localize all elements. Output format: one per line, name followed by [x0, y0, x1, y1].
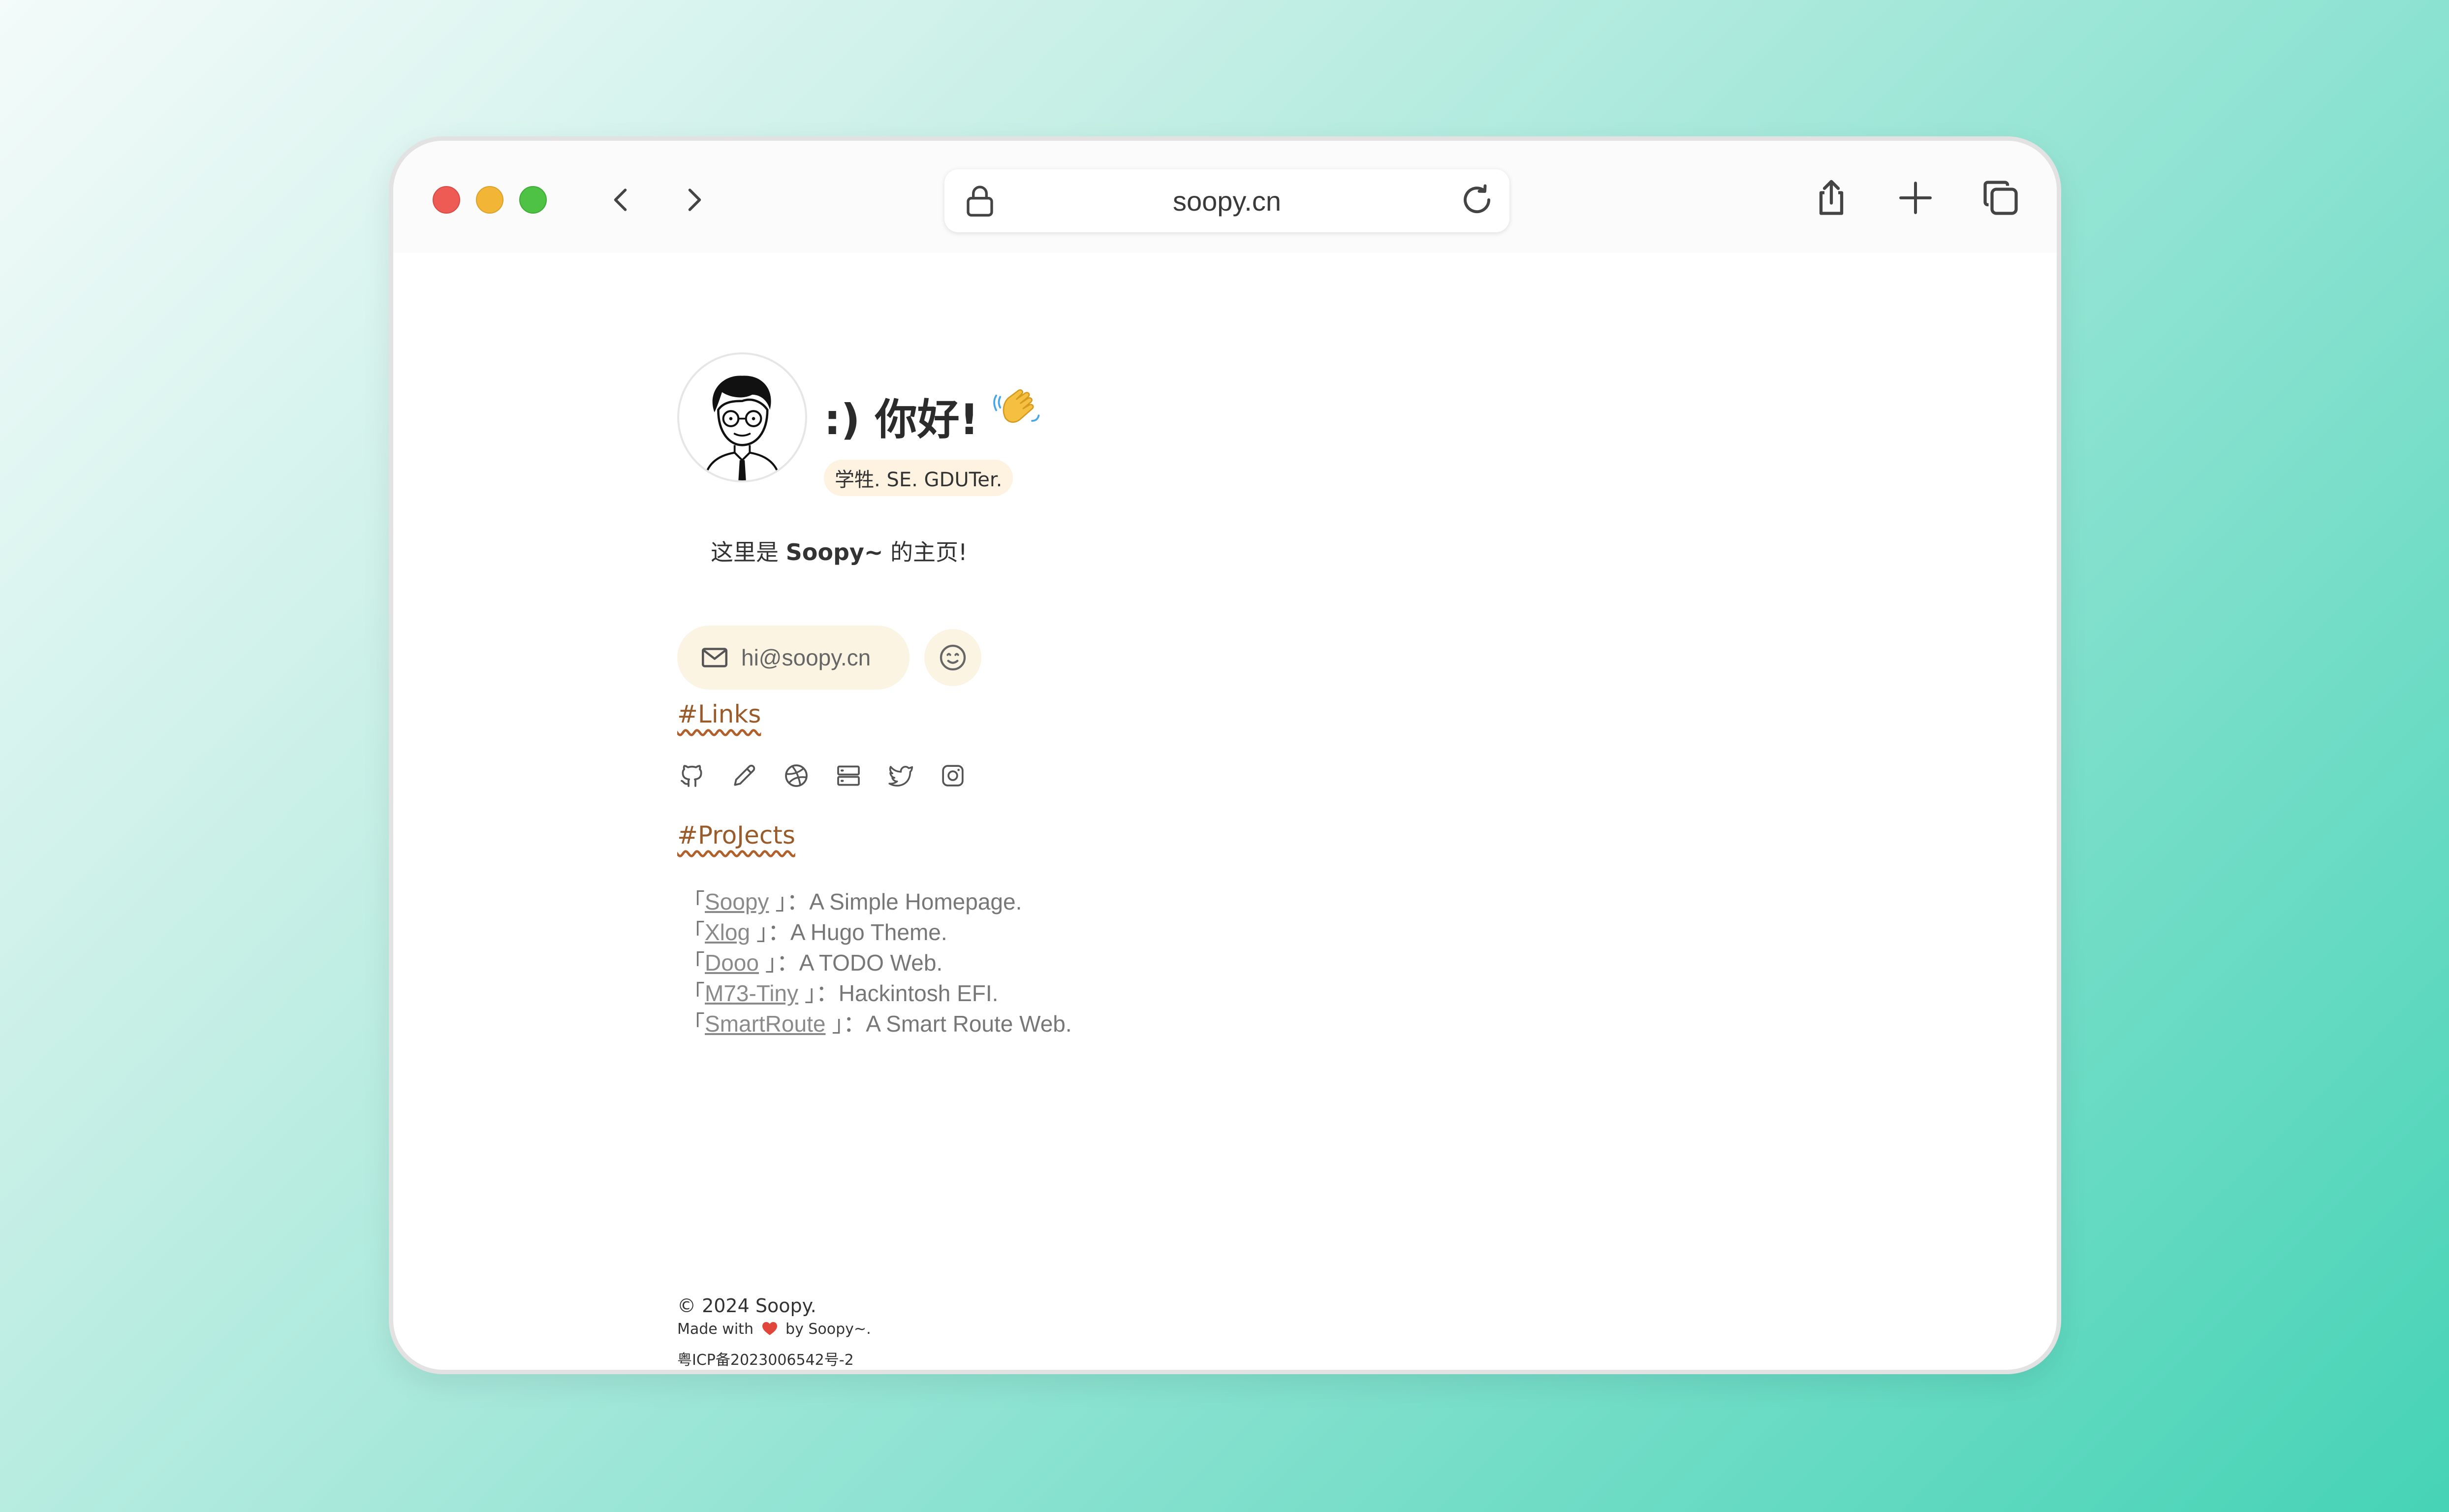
close-bracket: 」: [775, 889, 787, 914]
project-desc: Hackintosh EFI.: [838, 980, 999, 1006]
intro-text: 这里是 Soopy~ 的主页!: [711, 535, 967, 567]
mail-icon: [702, 648, 727, 667]
separator: ：: [776, 950, 799, 976]
open-bracket: 「: [682, 980, 705, 1006]
chevron-right-icon: [688, 189, 701, 211]
email-button[interactable]: hi@soopy.cn: [677, 626, 910, 690]
smile-icon: [940, 644, 966, 671]
share-icon: [1819, 180, 1844, 215]
tagline-badge: 学牲. SE. GDUTer.: [824, 460, 1013, 496]
made-with-suffix: by Soopy~.: [785, 1321, 871, 1338]
made-with-text: Made with by Soopy~.: [677, 1321, 871, 1338]
intro-suffix: 的主页!: [883, 539, 968, 566]
open-bracket: 「: [682, 889, 705, 914]
close-bracket: 」: [804, 980, 816, 1006]
project-link-dooo[interactable]: Dooo: [705, 950, 759, 976]
links-heading[interactable]: #Links: [677, 700, 761, 728]
intro-name: Soopy~: [785, 539, 883, 566]
project-item: 「M73-Tiny 」：Hackintosh EFI.: [682, 978, 1072, 1008]
project-desc: A Hugo Theme.: [790, 919, 947, 945]
project-desc: A TODO Web.: [799, 950, 943, 976]
projects-list: 「Soopy 」：A Simple Homepage. 「Xlog 」：A Hu…: [682, 886, 1072, 1039]
separator: ：: [843, 1011, 866, 1037]
twitter-icon: [888, 766, 913, 787]
project-desc: A Simple Homepage.: [809, 889, 1022, 914]
project-desc: A Smart Route Web.: [866, 1011, 1072, 1037]
tab-overview-button[interactable]: [1976, 173, 2025, 222]
waving-hand-icon: [993, 389, 1040, 423]
intro-prefix: 这里是: [711, 539, 786, 566]
project-link-smartroute[interactable]: SmartRoute: [705, 1011, 825, 1037]
back-button[interactable]: [602, 180, 641, 220]
project-link-m73-tiny[interactable]: M73-Tiny: [705, 980, 798, 1006]
github-link[interactable]: [677, 761, 707, 790]
open-bracket: 「: [682, 950, 705, 976]
avatar-illustration: [703, 376, 781, 480]
plus-icon: [1899, 182, 1932, 214]
close-window-button[interactable]: [433, 186, 460, 214]
twitter-link[interactable]: [886, 761, 915, 790]
page-footer: © 2024 Soopy. Made with by Soopy~. 粤ICP备…: [677, 1295, 871, 1369]
project-item: 「Dooo 」：A TODO Web.: [682, 947, 1072, 978]
share-button[interactable]: [1807, 173, 1856, 222]
separator: ：: [767, 919, 790, 945]
server-link[interactable]: [834, 761, 863, 790]
heart-icon: [762, 1322, 777, 1335]
instagram-icon: [942, 765, 964, 787]
dribbble-icon: [785, 764, 808, 787]
icp-link[interactable]: 粤ICP备2023006542号-2: [677, 1348, 871, 1369]
browser-window: soopy.cn:) 你好! 学牲. SE. GDUTer. 这里是 Soop…: [389, 136, 2061, 1374]
maximize-window-button[interactable]: [519, 186, 547, 214]
instagram-link[interactable]: [938, 761, 968, 790]
github-icon: [681, 765, 702, 787]
browser-toolbar: soopy.cn: [393, 141, 2057, 253]
close-bracket: 」: [765, 950, 777, 976]
url-text[interactable]: soopy.cn: [944, 169, 1509, 232]
dribbble-link[interactable]: [782, 761, 811, 790]
copyright-text: © 2024 Soopy.: [677, 1295, 816, 1317]
open-bracket: 「: [682, 919, 705, 945]
separator: ：: [816, 980, 839, 1006]
project-link-xlog[interactable]: Xlog: [705, 919, 750, 945]
email-address[interactable]: hi@soopy.cn: [741, 644, 871, 671]
made-with-prefix: Made with: [677, 1321, 754, 1338]
project-item: 「SmartRoute 」：A Smart Route Web.: [682, 1008, 1072, 1039]
project-item: 「Soopy 」：A Simple Homepage.: [682, 886, 1072, 917]
blog-link[interactable]: [729, 761, 759, 790]
close-bracket: 」: [756, 919, 768, 945]
close-bracket: 」: [832, 1011, 844, 1037]
tabs-icon: [1983, 181, 2018, 215]
chevron-left-icon: [614, 189, 627, 211]
reload-icon[interactable]: [1459, 182, 1495, 218]
project-item: 「Xlog 」：A Hugo Theme.: [682, 917, 1072, 947]
open-bracket: 「: [682, 1011, 705, 1037]
projects-heading[interactable]: #ProJects: [677, 821, 795, 850]
server-icon: [837, 765, 860, 786]
avatar: [677, 352, 807, 482]
new-tab-button[interactable]: [1891, 173, 1940, 222]
separator: ：: [786, 889, 810, 914]
social-links: [677, 761, 968, 790]
minimize-window-button[interactable]: [476, 186, 503, 214]
greeting-title: :) 你好!: [824, 395, 979, 444]
forward-button[interactable]: [674, 180, 713, 220]
project-link-soopy[interactable]: Soopy: [705, 889, 769, 914]
pencil-icon: [734, 764, 755, 786]
address-bar[interactable]: soopy.cn: [944, 169, 1509, 232]
smile-button[interactable]: [924, 629, 981, 686]
